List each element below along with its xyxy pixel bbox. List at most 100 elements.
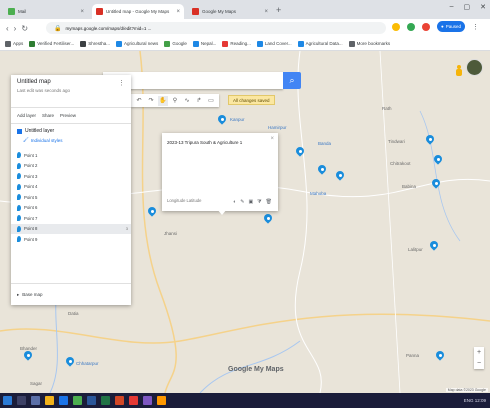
map-marker[interactable] (264, 214, 272, 225)
close-tab-icon[interactable]: × (176, 9, 180, 15)
map-marker[interactable] (148, 207, 156, 218)
tab-title: Mail (18, 9, 27, 14)
bookmark-label: Agricultural news (124, 41, 159, 46)
extension-icon[interactable] (422, 22, 430, 31)
powerpoint-icon[interactable] (115, 396, 124, 405)
back-icon[interactable]: ‹ (6, 24, 9, 33)
map-marker[interactable] (336, 171, 344, 182)
bookmark-star-icon[interactable] (392, 22, 400, 31)
panel-actions: Add layer Share Preview (11, 108, 131, 124)
address-bar[interactable]: 🔒 mymaps.google.com/maps/d/edit?mid=1 ..… (46, 22, 386, 34)
map-options-icon[interactable]: ⋮ (118, 79, 125, 87)
feature-item[interactable]: Point 9 (11, 234, 131, 245)
bookmark-item[interactable]: More bookmarks (348, 40, 390, 47)
file-explorer-icon[interactable] (45, 396, 54, 405)
delete-icon[interactable]: 🗑 (266, 199, 272, 205)
edge-icon[interactable] (59, 396, 68, 405)
zoom-in-button[interactable]: + (477, 349, 481, 356)
browser-tab[interactable]: Mail × (4, 4, 88, 19)
map-marker[interactable] (430, 241, 438, 252)
map-marker[interactable] (426, 135, 434, 146)
edit-icon[interactable]: ✎ (240, 199, 244, 205)
browser-menu-icon[interactable]: ⋮ (472, 23, 479, 31)
app-icon[interactable] (157, 396, 166, 405)
browser-tab[interactable]: Google My Maps × (188, 4, 272, 19)
ruler-icon[interactable]: ▭ (206, 96, 216, 106)
close-window-icon[interactable]: ✕ (480, 3, 486, 11)
account-avatar[interactable] (466, 59, 483, 76)
feature-item[interactable]: Point 4 (11, 182, 131, 193)
reload-icon[interactable]: ↻ (21, 24, 28, 33)
undo-icon[interactable]: ↶ (134, 96, 144, 106)
map-legend-panel: Untitled map Last edit was seconds ago ⋮… (11, 75, 131, 305)
new-tab-button[interactable]: + (276, 5, 281, 15)
app-icon[interactable] (143, 396, 152, 405)
search-button[interactable]: ⌕ (283, 72, 301, 89)
share-button[interactable]: Share (42, 113, 54, 118)
feature-item-selected[interactable]: Point 83 (11, 223, 131, 234)
style-icon[interactable]: ◐ (233, 199, 236, 205)
pegman-icon[interactable] (454, 65, 464, 77)
place-label: Mahoba (310, 191, 327, 196)
directions-icon[interactable]: ↱ (194, 96, 204, 106)
bookmark-item[interactable]: Apps (5, 40, 23, 47)
bookmark-item[interactable]: Shrestha... (80, 40, 110, 47)
map-marker[interactable] (436, 351, 444, 362)
task-view-icon[interactable] (31, 396, 40, 405)
bookmark-item[interactable]: Agricultural Data... (297, 40, 343, 47)
add-layer-button[interactable]: Add layer (17, 113, 36, 118)
add-marker-icon[interactable]: ⚲ (170, 96, 180, 106)
maximize-icon[interactable]: ▢ (464, 3, 471, 11)
map-marker[interactable] (434, 155, 442, 166)
close-tab-icon[interactable]: × (80, 9, 84, 15)
bookmark-item[interactable]: Land Cover... (256, 40, 292, 47)
layer-style-link[interactable]: 🖌 Individual styles (23, 137, 125, 143)
map-attribution[interactable]: Map data ©2023 Google (445, 388, 488, 392)
preview-button[interactable]: Preview (60, 113, 76, 118)
forward-icon[interactable]: › (14, 24, 17, 33)
redo-icon[interactable]: ↷ (146, 96, 156, 106)
select-hand-icon[interactable]: ✋ (158, 95, 168, 106)
extension-icon[interactable] (407, 22, 415, 31)
word-icon[interactable] (87, 396, 96, 405)
feature-item[interactable]: Point 3 (11, 171, 131, 182)
map-marker[interactable] (66, 357, 74, 368)
excel-icon[interactable] (101, 396, 110, 405)
base-map-toggle[interactable]: ▸ Base map (11, 283, 131, 305)
zoom-out-button[interactable]: − (477, 360, 481, 367)
feature-item[interactable]: Point 7 (11, 213, 131, 224)
feature-item[interactable]: Point 5 (11, 192, 131, 203)
bookmark-item[interactable]: Nepal... (192, 40, 216, 47)
bookmark-item[interactable]: Verified Fertiliser... (29, 40, 74, 47)
feature-item[interactable]: Point 2 (11, 161, 131, 172)
layer-checkbox[interactable] (17, 128, 22, 134)
profile-button[interactable]: ● Paused (437, 21, 465, 32)
bookmarks-bar: Apps Verified Fertiliser... Shrestha... … (0, 37, 490, 51)
layer-name-row[interactable]: Untitled layer (17, 128, 125, 134)
map-marker[interactable] (432, 179, 440, 190)
filter-icon[interactable]: ⧩ (257, 199, 261, 205)
bookmark-item[interactable]: Agricultural news (116, 40, 159, 47)
marker-icon (17, 194, 21, 201)
map-marker[interactable] (218, 115, 226, 126)
system-tray-clock[interactable]: ENG 12:09 (464, 398, 486, 403)
feature-item[interactable]: Point 1 (11, 150, 131, 161)
close-icon[interactable]: × (270, 136, 274, 142)
map-title[interactable]: Untitled map (17, 79, 125, 85)
map-marker[interactable] (24, 351, 32, 362)
minimize-icon[interactable]: – (450, 3, 454, 11)
bookmark-item[interactable]: Reading... (222, 40, 251, 47)
camera-icon[interactable]: ▣ (248, 199, 253, 205)
feature-item[interactable]: Point 6 (11, 203, 131, 214)
map-marker[interactable] (296, 147, 304, 158)
bookmark-favicon-icon (164, 40, 171, 47)
draw-line-icon[interactable]: ∿ (182, 96, 192, 106)
bookmark-item[interactable]: Google (164, 40, 187, 47)
close-tab-icon[interactable]: × (264, 9, 268, 15)
app-icon[interactable] (129, 396, 138, 405)
map-marker[interactable] (318, 165, 326, 176)
browser-tab-active[interactable]: Untitled map - Google My Maps × (92, 4, 184, 19)
start-icon[interactable] (3, 396, 12, 405)
search-icon[interactable] (17, 396, 26, 405)
chrome-icon[interactable] (73, 396, 82, 405)
